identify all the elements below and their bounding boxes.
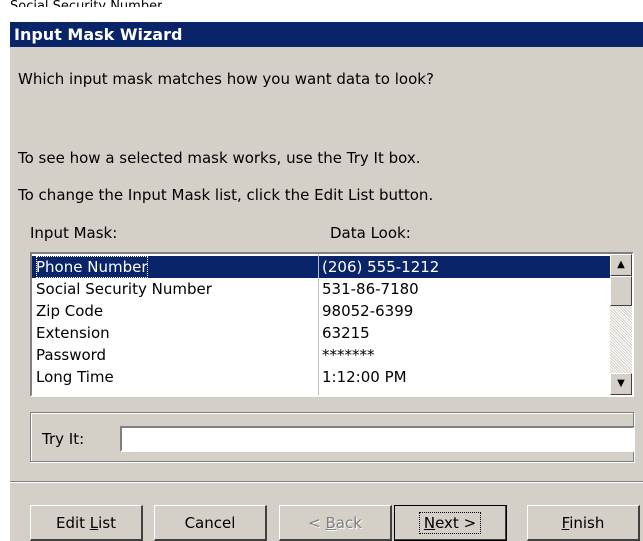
button-label-post: inish: [569, 513, 605, 532]
arrow-down-icon: ▼: [617, 378, 625, 389]
list-item-social-security-number[interactable]: Social Security Number 531-86-7180: [32, 278, 610, 300]
cancel-button[interactable]: Cancel: [154, 505, 267, 541]
question-text: Which input mask matches how you want da…: [18, 70, 434, 88]
cropped-window-text: Social Security Number: [10, 0, 162, 7]
data-look-header: Data Look:: [330, 224, 411, 242]
scroll-up-button[interactable]: ▲: [610, 254, 632, 276]
button-label-pre: <: [308, 513, 326, 532]
edit-list-button[interactable]: Edit List: [30, 505, 143, 541]
data-look: (206) 555-1212: [322, 258, 440, 276]
background-strip: Social Security Number: [0, 0, 643, 22]
accelerator-key: L: [89, 513, 99, 532]
accelerator-key: N: [423, 513, 436, 532]
list-item-extension[interactable]: Extension 63215: [32, 322, 610, 344]
scroll-down-button[interactable]: ▼: [610, 373, 632, 395]
try-it-label: Try It:: [42, 430, 85, 448]
mask-name: Zip Code: [36, 302, 104, 320]
input-mask-wizard-dialog: Input Mask Wizard Which input mask match…: [10, 22, 643, 541]
list-rows: Phone Number (206) 555-1212 Social Secur…: [32, 254, 610, 395]
button-label-post: ist: [98, 513, 117, 532]
back-button[interactable]: < Back: [279, 505, 392, 541]
button-label-post: ack: [335, 513, 362, 532]
focus-rectangle: Next >: [418, 511, 482, 534]
edit-list-hint: To change the Input Mask list, click the…: [18, 186, 434, 204]
list-scrollbar[interactable]: ▲ ▼: [610, 254, 632, 395]
arrow-up-icon: ▲: [617, 259, 625, 270]
button-label-post: ext >: [435, 513, 477, 532]
mask-name: Long Time: [36, 368, 114, 386]
data-look: 98052-6399: [322, 302, 414, 320]
try-it-hint: To see how a selected mask works, use th…: [18, 149, 421, 167]
list-item-phone-number[interactable]: Phone Number (206) 555-1212: [32, 256, 610, 278]
list-item-zip-code[interactable]: Zip Code 98052-6399: [32, 300, 610, 322]
mask-name: Password: [36, 346, 107, 364]
input-mask-header: Input Mask:: [30, 224, 118, 242]
title-bar[interactable]: Input Mask Wizard: [10, 22, 643, 47]
window-title: Input Mask Wizard: [14, 25, 183, 44]
data-look: 1:12:00 PM: [322, 368, 407, 386]
data-look: 63215: [322, 324, 370, 342]
accelerator-key: B: [325, 513, 336, 532]
mask-name: Social Security Number: [36, 280, 212, 298]
try-it-input[interactable]: [120, 426, 635, 452]
scroll-thumb[interactable]: [610, 276, 632, 306]
data-look: 531-86-7180: [322, 280, 419, 298]
mask-name: Phone Number: [36, 256, 148, 278]
input-mask-list[interactable]: Phone Number (206) 555-1212 Social Secur…: [30, 252, 634, 397]
list-item-long-time[interactable]: Long Time 1:12:00 PM: [32, 366, 610, 388]
finish-button[interactable]: Finish: [527, 505, 640, 541]
list-item-password[interactable]: Password *******: [32, 344, 610, 366]
data-look: *******: [322, 346, 375, 364]
divider-highlight: [10, 482, 643, 483]
column-divider: [318, 254, 319, 395]
button-label-pre: Edit: [55, 513, 90, 532]
next-button[interactable]: Next >: [394, 505, 507, 541]
mask-name: Extension: [36, 324, 110, 342]
